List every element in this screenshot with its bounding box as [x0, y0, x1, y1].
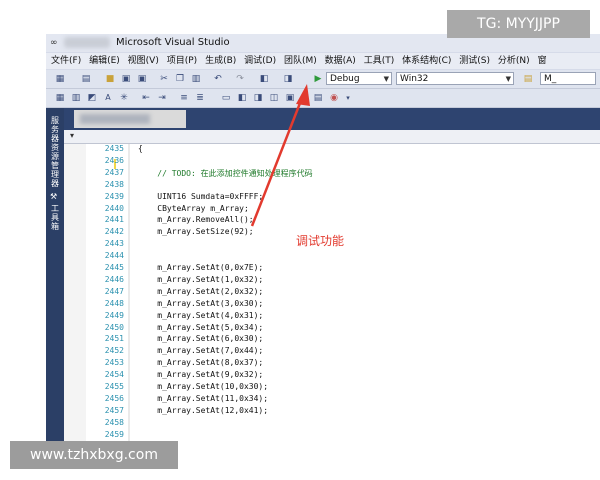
watermark-top: TG: MYYJJPP	[447, 10, 590, 38]
watermark-bottom: www.tzhxbxg.com	[10, 441, 178, 469]
annotation-label: 调试功能	[296, 234, 345, 248]
